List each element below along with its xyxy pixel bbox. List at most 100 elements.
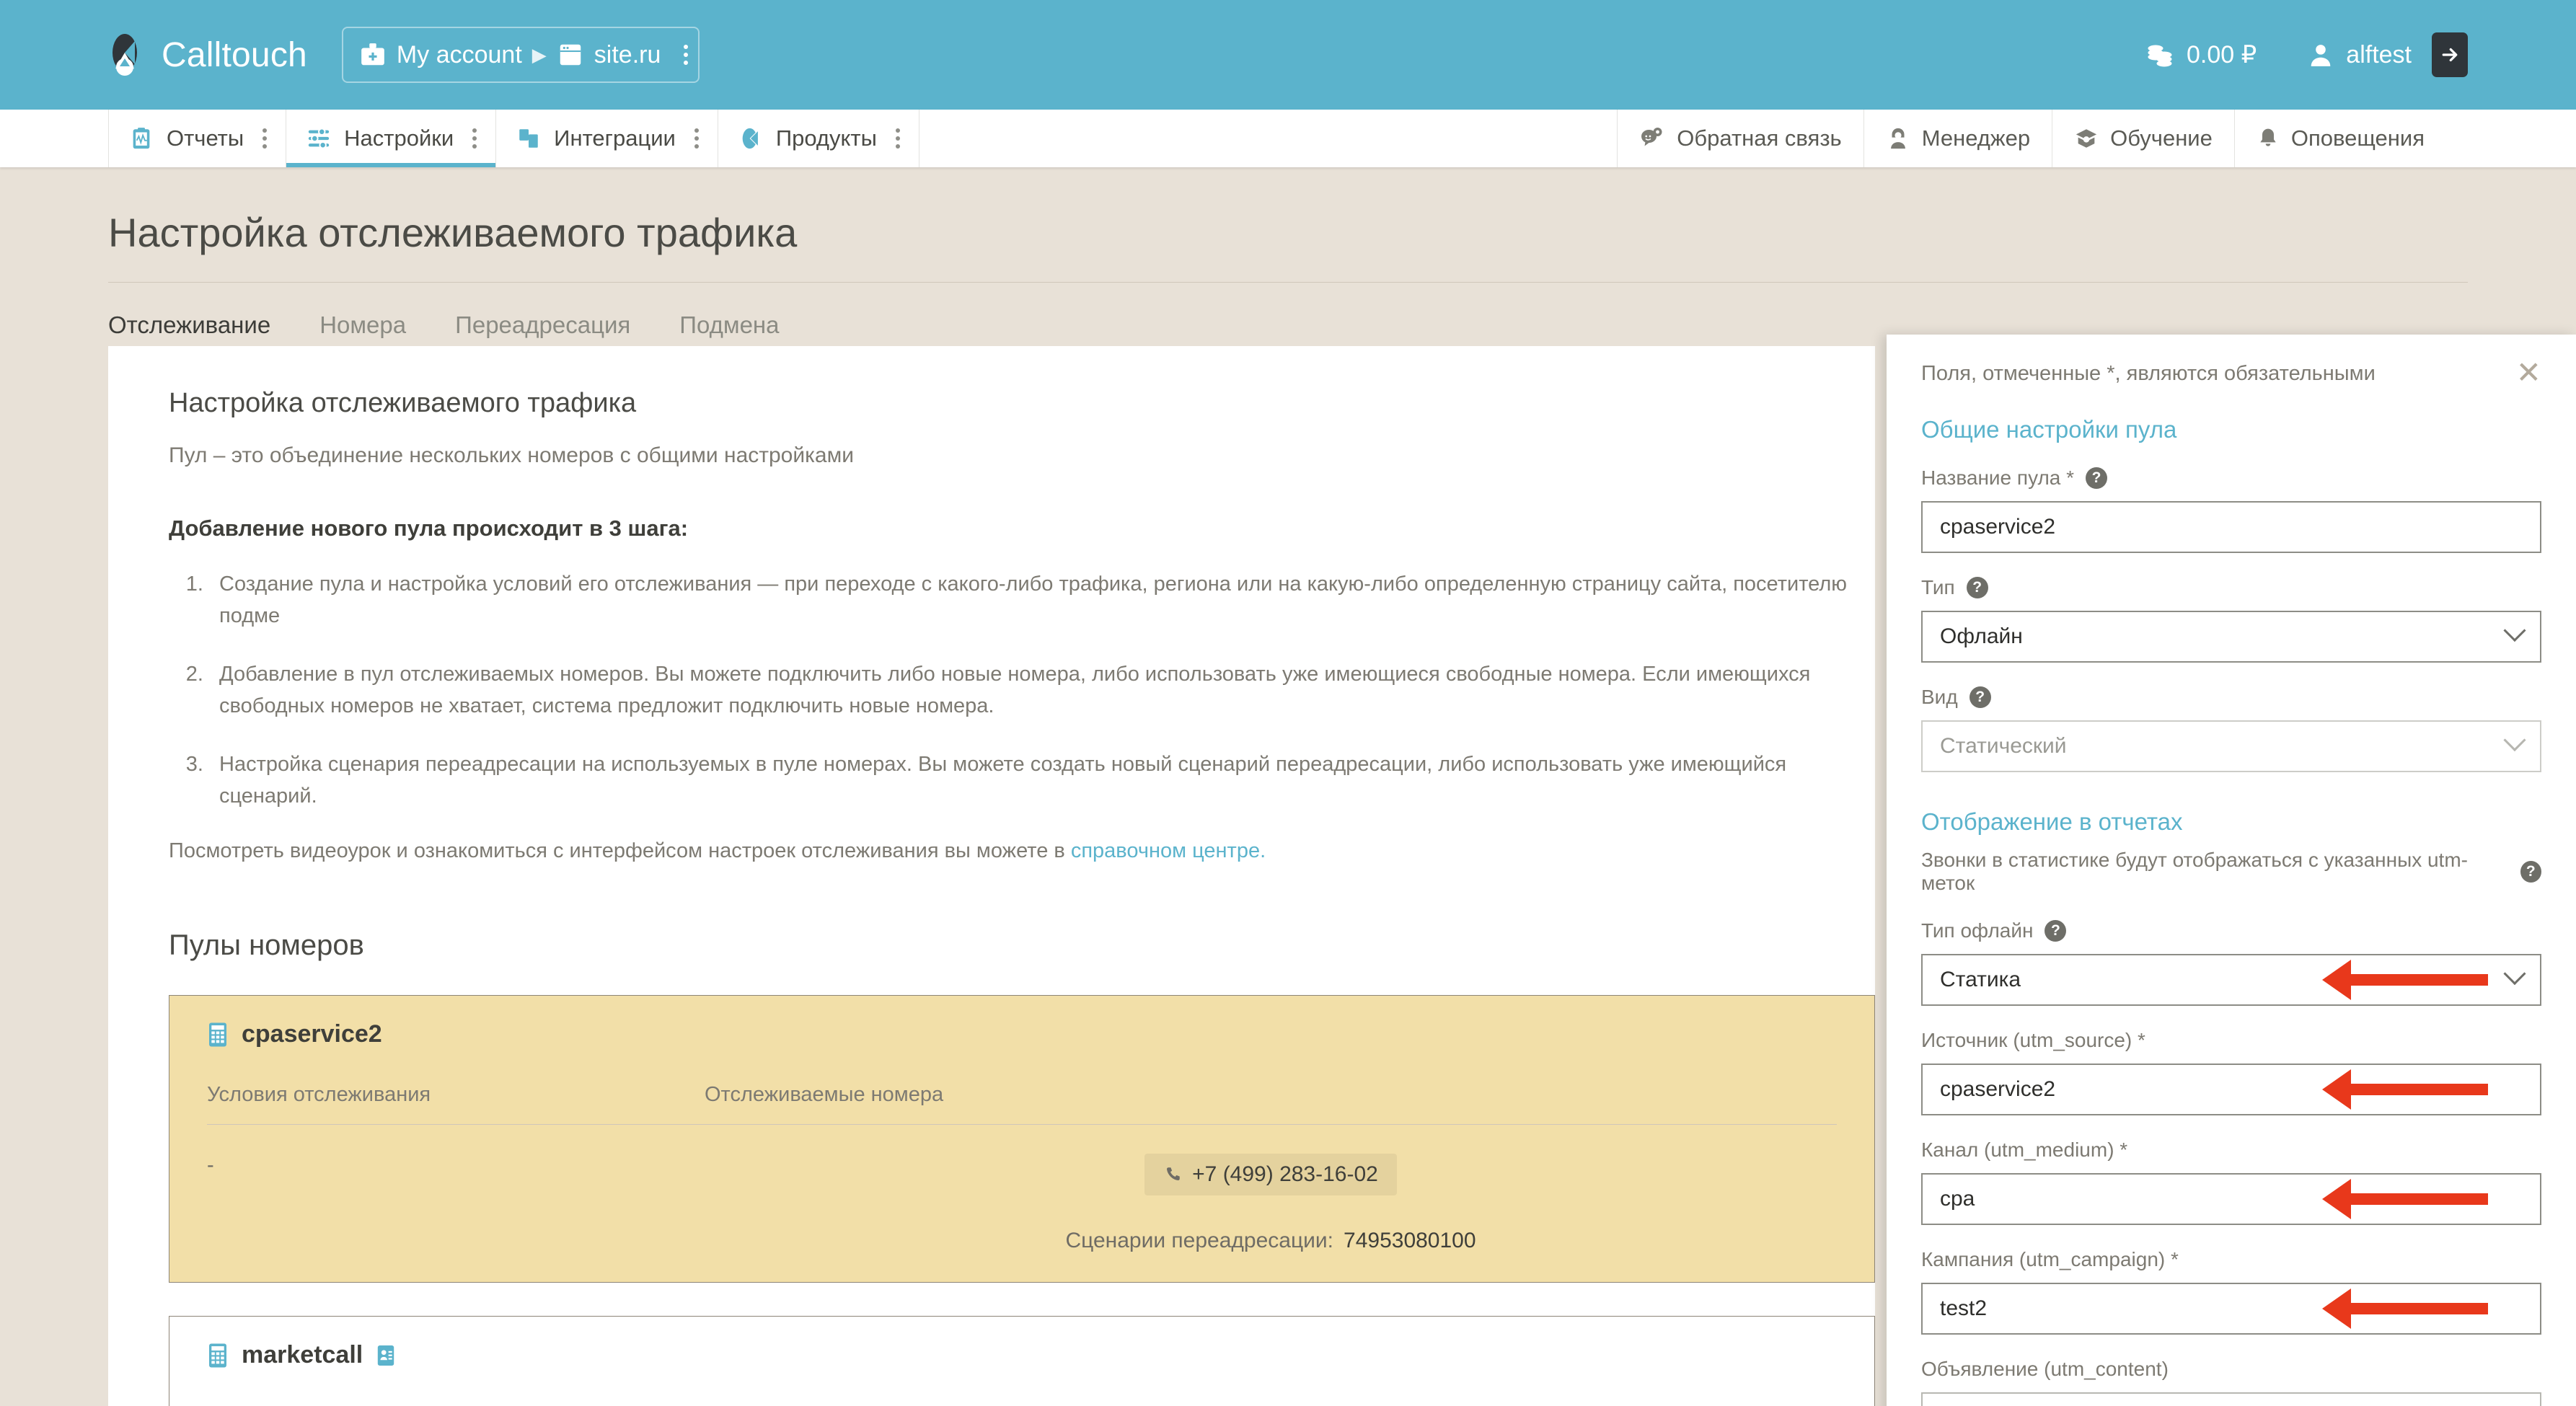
account-name: My account	[396, 40, 522, 68]
kind-select[interactable]: Статический	[1921, 720, 2541, 772]
panel-scroll-area[interactable]: Поля, отмеченные *, являются обязательны…	[1887, 335, 2576, 1406]
group-title-reports: Отображение в отчетах	[1921, 808, 2183, 835]
help-line: Посмотреть видеоурок и ознакомиться с ин…	[169, 839, 1875, 863]
kebab-menu-icon[interactable]	[263, 128, 268, 149]
breadcrumb-separator-icon: ▶	[531, 43, 547, 66]
main-navigation-bar: Отчеты Настройки Интеграции Продукты Обр…	[0, 110, 2576, 167]
tab-label: Отслеживание	[108, 311, 271, 338]
list-item: Настройка сценария переадресации на испо…	[209, 749, 1875, 812]
type-select[interactable]: Офлайн	[1921, 611, 2541, 663]
nav-util-notifications[interactable]: Оповещения	[2233, 110, 2446, 167]
chevron-down-icon	[2503, 962, 2526, 986]
reports-hint-text: Звонки в статистике будут отображаться с…	[1921, 849, 2468, 894]
logout-arrow-icon[interactable]	[2432, 32, 2468, 77]
phone-number: +7 (499) 283-16-02	[1192, 1162, 1378, 1186]
offline-type-select[interactable]: Статика	[1921, 954, 2541, 1006]
utm-campaign-input[interactable]: test2	[1921, 1283, 2541, 1335]
field-label: Вид ?	[1921, 686, 2541, 709]
steps-list: Создание пула и настройка условий его от…	[169, 569, 1875, 812]
help-icon[interactable]: ?	[2520, 861, 2541, 883]
list-item: Создание пула и настройка условий его от…	[209, 569, 1875, 632]
calltouch-logo-icon	[101, 31, 149, 79]
kebab-menu-icon[interactable]	[895, 128, 900, 149]
pool-numbers-icon	[207, 1022, 229, 1048]
balance-indicator[interactable]: 0.00 ₽	[2145, 40, 2257, 69]
nav-tab-otchety[interactable]: Отчеты	[108, 110, 287, 167]
utm-source-input[interactable]: cpaservice2	[1921, 1064, 2541, 1115]
pool-card-marketcall[interactable]: marketcall Условия отслеживания Отслежив…	[169, 1316, 1875, 1406]
bell-icon	[2257, 127, 2280, 150]
utm-content-input[interactable]	[1921, 1392, 2541, 1406]
utm-medium-input[interactable]: cpa	[1921, 1173, 2541, 1225]
close-icon[interactable]: ✕	[2516, 357, 2541, 388]
field-label-text: Тип офлайн	[1921, 919, 2034, 942]
pool-scenario: Сценарии переадресации: 74953080100	[1065, 1229, 1476, 1253]
field-label-text: Кампания (utm_campaign) *	[1921, 1248, 2179, 1270]
annotation-arrow-icon	[2322, 1288, 2488, 1329]
integrations-blocks-icon	[516, 126, 541, 151]
field-type: Тип ? Офлайн	[1921, 576, 2541, 663]
field-pool-name: Название пула * ? cpaservice2	[1921, 467, 2541, 553]
field-label-text: Объявление (utm_content)	[1921, 1358, 2169, 1380]
site-name: site.ru	[594, 40, 661, 68]
pool-name-input[interactable]: cpaservice2	[1921, 501, 2541, 553]
page-title: Настройка отслеживаемого трафика	[108, 210, 798, 255]
required-fields-note: Поля, отмеченные *, являются обязательны…	[1921, 362, 2376, 385]
phone-chip[interactable]: +7 (499) 283-16-02	[1144, 1154, 1397, 1195]
field-label: Название пула * ?	[1921, 467, 2541, 490]
coins-icon	[2145, 42, 2175, 68]
field-utm-content: Объявление (utm_content)	[1921, 1358, 2541, 1406]
user-menu[interactable]: alftest	[2307, 32, 2468, 77]
help-center-link[interactable]: справочном центре.	[1071, 839, 1266, 862]
help-icon[interactable]: ?	[1969, 686, 1991, 708]
field-label: Канал (utm_medium) *	[1921, 1138, 2541, 1162]
tab-label: Переадресация	[455, 311, 631, 338]
nav-tab-integracii[interactable]: Интеграции	[496, 110, 718, 167]
field-utm-medium: Канал (utm_medium) * cpa	[1921, 1138, 2541, 1225]
help-icon[interactable]: ?	[2086, 467, 2108, 489]
annotation-arrow-icon	[2322, 1179, 2488, 1219]
group-title-general: Общие настройки пула	[1921, 416, 2177, 443]
feedback-chat-icon	[1639, 125, 1665, 151]
pool-name: marketcall	[242, 1341, 363, 1369]
title-divider	[108, 282, 2468, 283]
nav-tab-nastroyki[interactable]: Настройки	[286, 110, 497, 167]
content-section-subtitle: Пул – это объединение нескольких номеров…	[169, 443, 854, 467]
account-switcher[interactable]: My account ▶ site.ru	[341, 27, 700, 83]
brand-logo[interactable]: Calltouch	[101, 31, 307, 79]
column-header-numbers: Отслеживаемые номера	[705, 1083, 944, 1106]
reports-clipboard-icon	[129, 126, 154, 151]
nav-tab-produkty[interactable]: Продукты	[718, 110, 919, 167]
pool-numbers-icon	[207, 1343, 229, 1369]
help-icon[interactable]: ?	[1966, 577, 1988, 598]
manager-person-icon	[1886, 126, 1910, 151]
pool-header: cpaservice2	[207, 1020, 1837, 1048]
chevron-down-icon	[2503, 619, 2526, 642]
kebab-menu-icon[interactable]	[684, 45, 689, 65]
nav-tab-label: Интеграции	[554, 125, 676, 151]
training-graduation-icon	[2074, 126, 2099, 151]
nav-util-manager[interactable]: Менеджер	[1863, 110, 2052, 167]
pool-numbers-cell: +7 (499) 283-16-02 Сценарии переадресаци…	[705, 1154, 1837, 1253]
column-header-conditions: Условия отслеживания	[207, 1083, 431, 1106]
settings-sliders-icon	[306, 126, 331, 151]
page-body: Настройка отслеживаемого трафика Отслежи…	[0, 167, 2576, 1406]
input-value: test2	[1940, 1296, 1988, 1320]
field-label-text: Название пула *	[1921, 467, 2075, 489]
user-icon	[2307, 41, 2334, 68]
nav-tab-label: Продукты	[775, 125, 877, 151]
nav-right-spacer	[2446, 110, 2576, 167]
kebab-menu-icon[interactable]	[472, 128, 477, 149]
select-value: Статика	[1940, 968, 2021, 991]
browser-window-icon	[557, 41, 584, 68]
phone-icon	[1163, 1165, 1182, 1184]
help-icon[interactable]: ?	[2045, 920, 2067, 942]
input-value: cpa	[1940, 1187, 1975, 1211]
nav-util-feedback[interactable]: Обратная связь	[1617, 110, 1863, 167]
field-label: Источник (utm_source) *	[1921, 1029, 2541, 1052]
pool-card-cpaservice2[interactable]: cpaservice2 Условия отслеживания Отслежи…	[169, 995, 1875, 1283]
nav-util-training[interactable]: Обучение	[2052, 110, 2234, 167]
kebab-menu-icon[interactable]	[694, 128, 699, 149]
steps-lead: Добавление нового пула происходит в 3 ша…	[169, 516, 689, 541]
briefcase-icon	[359, 41, 387, 68]
